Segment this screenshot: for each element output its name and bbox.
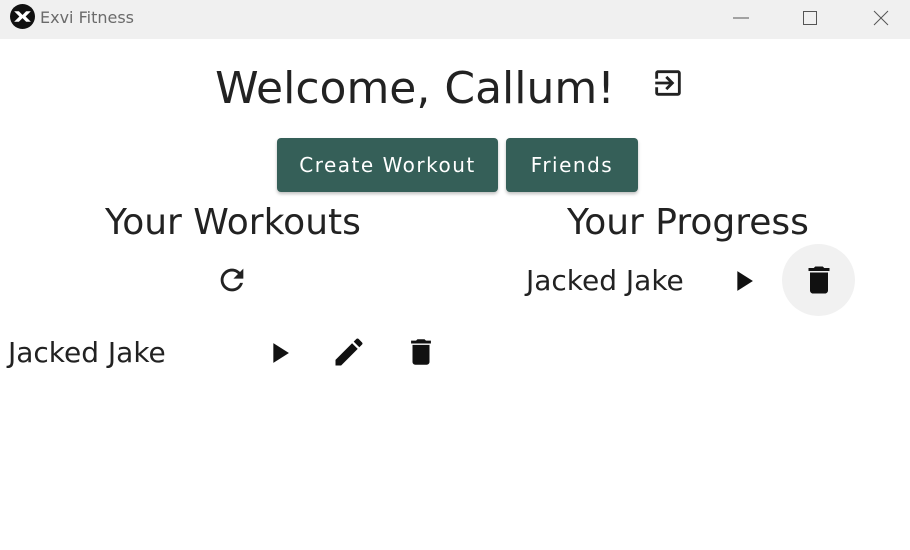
workout-item-name: Jacked Jake xyxy=(8,336,166,369)
welcome-heading: Welcome, Callum! xyxy=(215,63,615,114)
window-title: Exvi Fitness xyxy=(40,8,134,27)
progress-delete-button[interactable] xyxy=(782,244,855,316)
close-button[interactable] xyxy=(846,0,910,35)
exvi-logo-icon xyxy=(10,4,35,29)
progress-item-name: Jacked Jake xyxy=(526,264,684,297)
progress-section-title: Your Progress xyxy=(567,202,809,243)
workout-edit-button[interactable] xyxy=(331,334,367,370)
minimize-icon xyxy=(733,17,749,18)
progress-play-button[interactable] xyxy=(726,264,760,298)
workouts-section-title: Your Workouts xyxy=(105,202,361,243)
logout-icon xyxy=(655,70,681,96)
refresh-icon xyxy=(220,268,244,292)
logout-button[interactable] xyxy=(650,66,686,100)
play-icon xyxy=(273,343,289,363)
play-icon xyxy=(737,271,753,291)
maximize-button[interactable] xyxy=(775,0,845,35)
delete-icon xyxy=(808,266,829,294)
maximize-icon xyxy=(803,10,817,25)
delete-icon xyxy=(411,339,431,365)
edit-icon xyxy=(335,338,363,366)
friends-button[interactable]: Friends xyxy=(506,138,638,192)
title-bar: Exvi Fitness xyxy=(0,0,910,39)
workout-delete-button[interactable] xyxy=(404,334,438,370)
close-icon xyxy=(873,10,889,25)
refresh-button[interactable] xyxy=(212,260,252,300)
workout-play-button[interactable] xyxy=(262,336,296,370)
create-workout-button[interactable]: Create Workout xyxy=(277,138,498,192)
minimize-button[interactable] xyxy=(706,0,776,35)
